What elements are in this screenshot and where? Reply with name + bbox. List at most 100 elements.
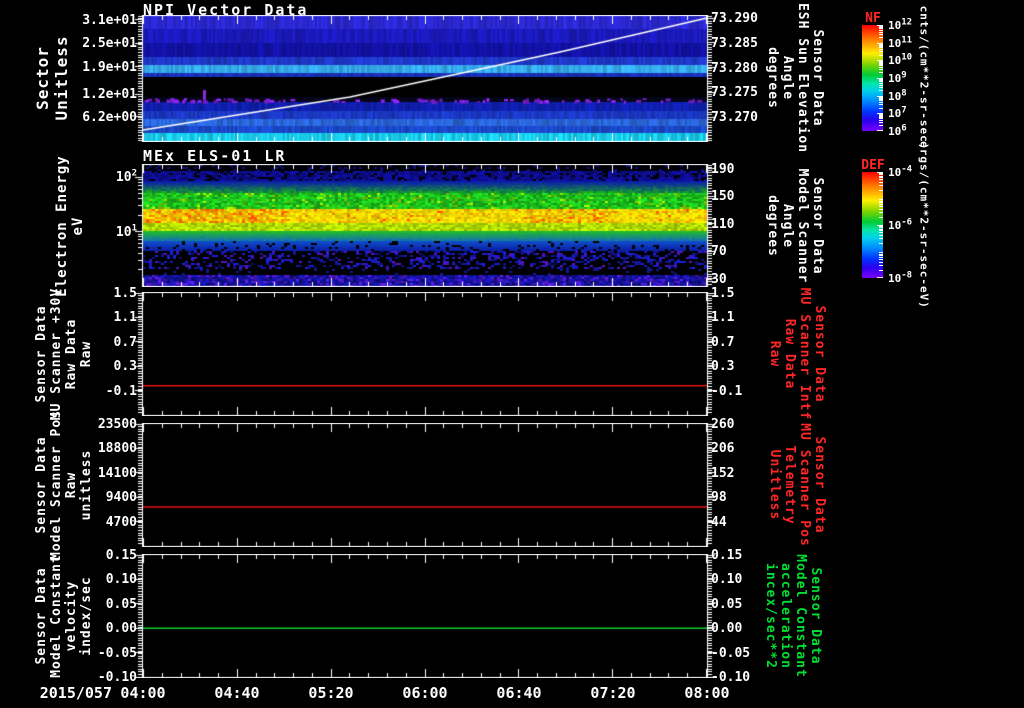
colorbar-minortick-DEF	[879, 270, 883, 271]
colorbar-minortick-DEF	[879, 238, 883, 239]
y-tick-label-model-constant-velocity: -0.10	[67, 670, 137, 685]
y-tick-label-model-scanner-pos: 9400	[67, 490, 137, 505]
colorbar-minortick-NF	[879, 43, 883, 44]
colorbar-minortick-NF	[879, 47, 883, 48]
y2-tick-label-mu-scanner-30v: 1.5	[711, 286, 734, 301]
colorbar-minortick-NF	[879, 69, 883, 70]
colorbar-def-title: DEF	[853, 158, 893, 173]
y2-tick-label-model-scanner-pos: 260	[711, 417, 734, 432]
colorbar-minortick-NF	[879, 27, 883, 28]
colorbar-minortick-NF	[879, 72, 883, 73]
y2-label-sun-elevation-text: Sensor Data ESH Sun Elevation Angle degr…	[765, 3, 825, 153]
colorbar-minortick-NF	[879, 45, 883, 46]
colorbar-minortick-NF	[879, 90, 883, 91]
colorbar-minortick-NF	[879, 102, 883, 103]
colorbar-nf-units-text: cnts/(cm**2-sr-sec)	[918, 6, 931, 151]
colorbar-minortick-DEF	[879, 217, 883, 218]
y2-tick-label-npi: 73.275	[711, 85, 758, 100]
colorbar-minortick-NF	[879, 32, 883, 33]
colorbar-minortick-NF	[879, 87, 883, 88]
y2-tick-label-els: 70	[711, 244, 727, 259]
colorbar-minortick-NF	[879, 44, 883, 45]
colorbar-minortick-DEF	[879, 212, 883, 213]
x-tick-label: 04:40	[205, 684, 269, 702]
colorbar-minortick-NF	[879, 51, 883, 52]
colorbar-tick-label-DEF: 10-4	[888, 166, 912, 179]
colorbar-minortick-DEF	[879, 209, 883, 210]
y-tick-label-npi: 2.5e+01	[67, 36, 137, 51]
y2-tick-label-mu-scanner-30v: -0.1	[711, 384, 742, 399]
colorbar-minortick-DEF	[879, 252, 883, 253]
panel-canvas-model-scanner-pos	[133, 423, 717, 547]
colorbar-minortick-DEF	[879, 204, 883, 205]
y2-tick-label-model-constant-velocity: -0.05	[711, 646, 750, 661]
colorbar-minortick-DEF	[879, 265, 883, 266]
colorbar-minortick-NF	[879, 65, 883, 66]
x-tick-label: 07:20	[581, 684, 645, 702]
colorbar-minortick-DEF	[879, 176, 883, 177]
y-tick-label-npi: 3.1e+01	[67, 13, 137, 28]
colorbar-minortick-DEF	[879, 226, 883, 227]
y-label-model-scanner-pos-text: Sensor Data Model Scanner Pos Raw unitle…	[34, 410, 94, 560]
colorbar-minortick-NF	[879, 61, 883, 62]
y2-tick-label-npi: 73.290	[711, 11, 758, 26]
y-tick-label-model-constant-velocity: 0.15	[67, 548, 137, 563]
y-tick-label-mu-scanner-30v: 1.1	[67, 310, 137, 325]
colorbar-tick-label-NF: 109	[888, 72, 907, 85]
colorbar-minortick-NF	[879, 122, 883, 123]
colorbar-minortick-NF	[879, 81, 883, 82]
x-tick-label: 05:20	[299, 684, 363, 702]
colorbar-minortick-NF	[879, 117, 883, 118]
colorbar-minortick-DEF	[879, 179, 883, 180]
colorbar-minortick-NF	[879, 79, 883, 80]
colorbar-minortick-DEF	[879, 230, 883, 231]
colorbar-minortick-NF	[879, 100, 883, 101]
colorbar-minortick-DEF	[879, 227, 883, 228]
colorbar-nf-title: NF	[853, 11, 893, 26]
panel-canvas-mu-scanner-30v	[133, 292, 717, 416]
colorbar-tick-label-NF: 1011	[888, 37, 912, 50]
y2-tick-label-els: 30	[711, 272, 727, 287]
y2-tick-label-mu-scanner-30v: 0.3	[711, 359, 734, 374]
y2-tick-label-npi: 73.285	[711, 36, 758, 51]
y2-tick-label-els: 150	[711, 189, 734, 204]
y2-tick-label-model-scanner-pos: 206	[711, 441, 734, 456]
colorbar-minortick-DEF	[879, 255, 883, 256]
colorbar-tick-label-NF: 108	[888, 90, 907, 103]
y-tick-label-model-scanner-pos: 23500	[67, 417, 137, 432]
colorbar-minortick-NF	[879, 83, 883, 84]
panel-canvas-npi	[133, 15, 717, 142]
colorbar-minortick-DEF	[879, 190, 883, 191]
colorbar-minortick-NF	[879, 55, 883, 56]
y2-label-model-scanner-angle-text: Sensor Data Model Scanner Angle degrees	[765, 169, 825, 284]
colorbar-minortick-NF	[879, 104, 883, 105]
y2-tick-label-model-scanner-pos: 152	[711, 466, 734, 481]
y2-tick-label-els: 110	[711, 217, 734, 232]
y-tick-label-model-scanner-pos: 4700	[67, 515, 137, 530]
y-label-mu-scanner-30v-text: Sensor Data MU Scanner +30V Raw Data Raw	[34, 288, 94, 420]
colorbar-minortick-NF	[879, 67, 883, 68]
colorbar-minortick-DEF	[879, 199, 883, 200]
colorbar-minortick-DEF	[879, 206, 883, 207]
y-tick-label-npi: 6.2e+00	[67, 110, 137, 125]
y2-label-mu-scanner-intf-text: Sensor Data MU Scanner Intf Raw Data Raw	[767, 288, 827, 420]
y2-tick-label-mu-scanner-30v: 1.1	[711, 310, 734, 325]
colorbar-tick-label-NF: 1012	[888, 19, 912, 32]
plot-page: NPI Vector Data MEx ELS-01 LR Sector Uni…	[0, 0, 1024, 708]
y-tick-label-els: 101	[67, 225, 137, 240]
y2-tick-label-model-constant-velocity: 0.15	[711, 548, 742, 563]
y2-tick-label-model-scanner-pos: 98	[711, 490, 727, 505]
colorbar-minortick-DEF	[879, 235, 883, 236]
y-tick-label-mu-scanner-30v: 0.7	[67, 335, 137, 350]
y-tick-label-npi: 1.9e+01	[67, 60, 137, 75]
y-label-sector-text: Sector Unitless	[33, 35, 71, 120]
colorbar-minortick-DEF	[879, 257, 883, 258]
colorbar-minortick-DEF	[879, 185, 883, 186]
colorbar-minortick-NF	[879, 85, 883, 86]
colorbar-tick-label-NF: 1010	[888, 54, 912, 67]
y-tick-label-model-constant-velocity: 0.05	[67, 597, 137, 612]
colorbar-minortick-NF	[879, 118, 883, 119]
colorbar-tick-DEF	[877, 277, 883, 278]
colorbar-tick-label-NF: 106	[888, 125, 907, 138]
x-axis-date-label: 2015/057	[12, 684, 112, 702]
